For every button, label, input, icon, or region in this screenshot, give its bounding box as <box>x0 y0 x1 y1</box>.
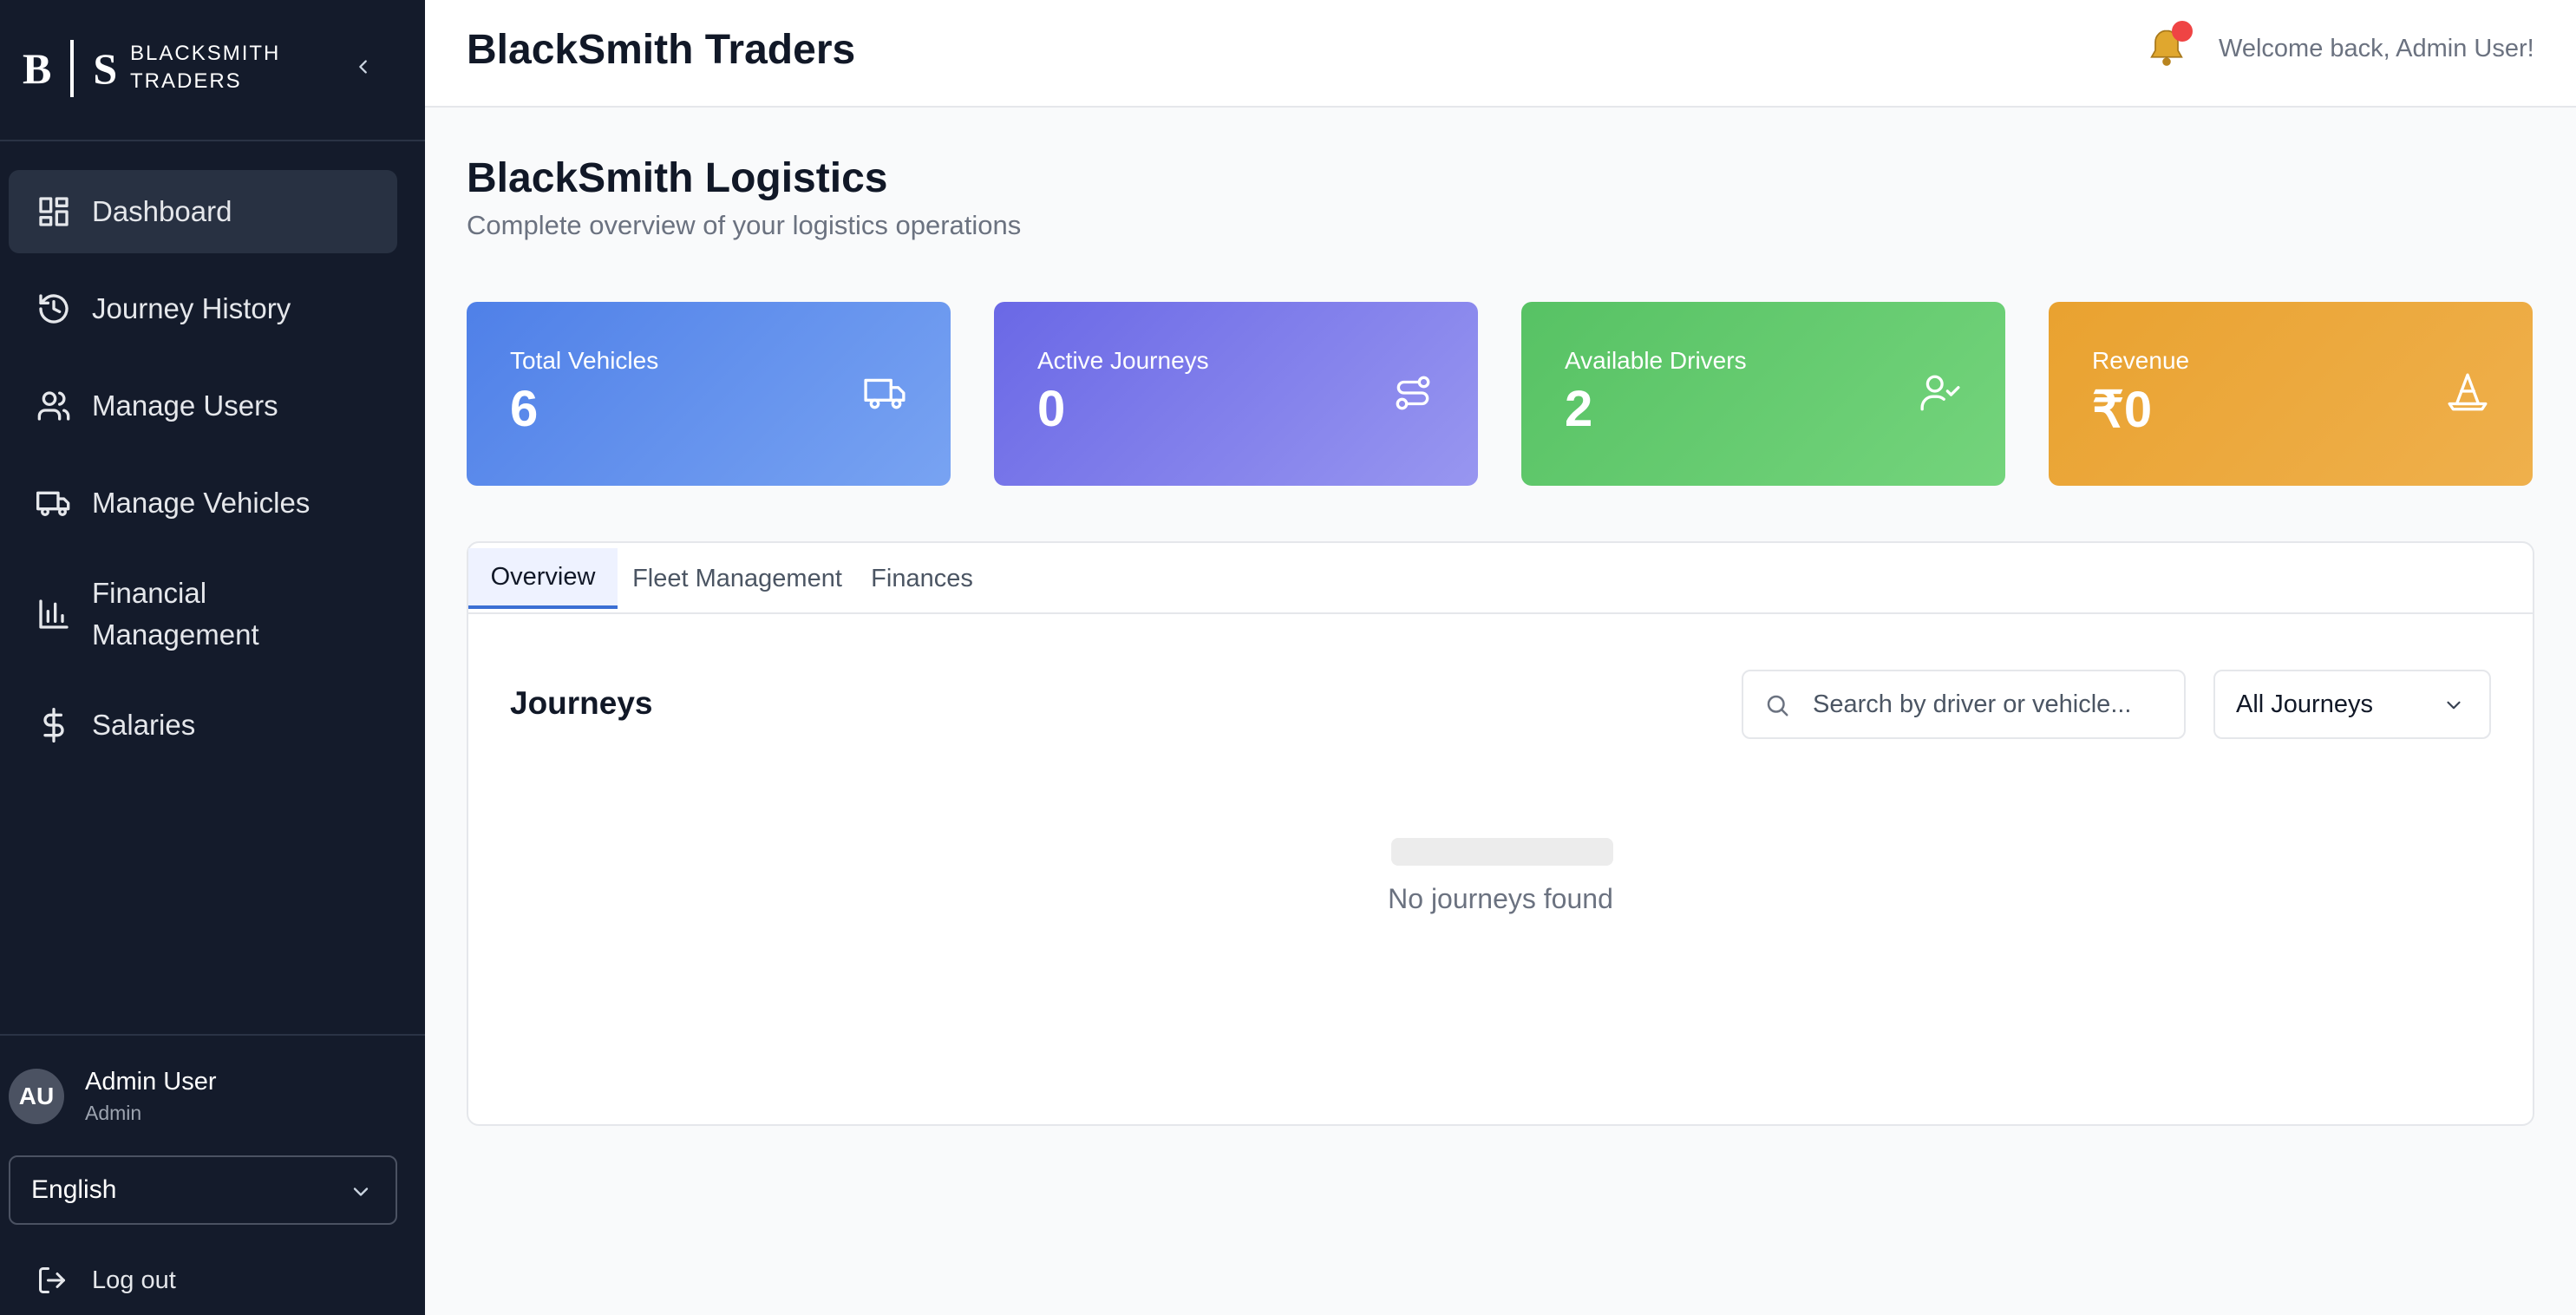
page-title: BlackSmith Logistics <box>467 155 888 201</box>
dollar-icon <box>43 708 64 743</box>
stat-card-value: 6 <box>510 381 539 437</box>
logout-button[interactable]: Log out <box>9 1253 176 1308</box>
search-input[interactable]: Search by driver or vehicle... <box>1742 670 2186 739</box>
cone-icon <box>2448 373 2488 411</box>
sidebar-item-label: Dashboard <box>92 195 232 227</box>
brand-name-line2: TRADERS <box>130 69 242 93</box>
stat-card-revenue: Revenue ₹0 <box>2049 302 2533 486</box>
app-title: BlackSmith Traders <box>467 27 856 73</box>
user-name: Admin User <box>85 1068 217 1096</box>
stat-card-value: ₹0 <box>2092 382 2153 438</box>
stat-card-label: Revenue <box>2092 347 2190 374</box>
chevron-left-icon <box>359 60 367 74</box>
stat-card-value: 2 <box>1565 381 1593 437</box>
truck-icon <box>36 491 70 516</box>
user-role: Admin <box>85 1102 142 1124</box>
logout-icon <box>39 1267 65 1293</box>
history-icon <box>39 294 69 324</box>
notifications-button[interactable] <box>2144 21 2193 71</box>
overview-panel: Overview Fleet Management Finances Journ… <box>467 541 2534 1126</box>
sidebar-item-journey-history[interactable]: Journey History <box>9 267 397 350</box>
sidebar-nav: Dashboard Journey History Manage Users M… <box>9 170 397 781</box>
brand-name-line1: BLACKSMITH <box>130 42 281 65</box>
route-icon <box>1396 376 1430 410</box>
stat-card-value: 0 <box>1037 381 1066 437</box>
sidebar-item-manage-users[interactable]: Manage Users <box>9 364 397 448</box>
sidebar-item-dashboard[interactable]: Dashboard <box>9 170 397 253</box>
tab-bar: Overview Fleet Management Finances <box>468 543 2533 614</box>
bar-chart-icon <box>39 599 69 629</box>
language-select-value: English <box>31 1175 117 1204</box>
welcome-message: Welcome back, Admin User! <box>2219 35 2534 62</box>
stat-card-active-journeys: Active Journeys 0 <box>994 302 1478 486</box>
logout-label: Log out <box>92 1266 176 1294</box>
brand-name: BLACKSMITH TRADERS <box>130 40 321 95</box>
notification-badge <box>2172 21 2193 42</box>
journey-filter-select[interactable]: All Journeys <box>2213 670 2491 739</box>
tab-overview[interactable]: Overview <box>468 548 618 609</box>
sidebar-item-label: Financial Management <box>92 572 259 656</box>
stat-card-label: Available Drivers <box>1565 347 1747 374</box>
loading-skeleton <box>1391 838 1613 866</box>
sidebar-item-salaries[interactable]: Salaries <box>9 684 397 767</box>
journey-filter-value: All Journeys <box>2236 690 2373 718</box>
avatar: AU <box>9 1069 64 1124</box>
tab-finances[interactable]: Finances <box>859 548 985 609</box>
sidebar-item-label-line1: Financial <box>92 577 207 609</box>
top-header: BlackSmith Traders Welcome back, Admin U… <box>425 0 2576 108</box>
empty-state-message: No journeys found <box>1388 883 1613 914</box>
tab-fleet-management[interactable]: Fleet Management <box>621 548 853 609</box>
user-profile: AU Admin User Admin <box>9 1067 217 1126</box>
brand-logo-divider <box>70 40 75 97</box>
truck-icon <box>864 378 906 409</box>
main-content: BlackSmith Logistics Complete overview o… <box>425 108 2576 1315</box>
search-placeholder: Search by driver or vehicle... <box>1813 690 2132 718</box>
stat-cards: Total Vehicles 6 Active Journeys 0 Avail… <box>467 302 2534 486</box>
stat-card-label: Total Vehicles <box>510 347 659 374</box>
collapse-sidebar-button[interactable] <box>345 49 382 85</box>
sidebar-item-label: Manage Vehicles <box>92 487 311 519</box>
stat-card-label: Active Journeys <box>1037 347 1209 374</box>
user-info: Admin User Admin <box>85 1068 217 1125</box>
sidebar: B S BLACKSMITH TRADERS Dashboard Journey… <box>0 0 425 1315</box>
stat-card-available-drivers: Available Drivers 2 <box>1521 302 2005 486</box>
page-subtitle: Complete overview of your logistics oper… <box>467 210 1022 240</box>
sidebar-item-label: Manage Users <box>92 389 278 422</box>
brand-logo-b: B <box>23 44 52 93</box>
brand-area: B S BLACKSMITH TRADERS <box>0 0 425 141</box>
user-check-icon <box>1920 375 1960 411</box>
chevron-down-icon <box>2447 701 2461 710</box>
sidebar-item-label: Journey History <box>92 292 291 324</box>
journeys-title: Journeys <box>510 685 653 721</box>
search-icon <box>1767 695 1788 716</box>
chevron-down-icon <box>353 1187 369 1196</box>
sidebar-item-label: Salaries <box>92 709 196 741</box>
sidebar-item-financial-management[interactable]: Financial Management <box>9 559 397 670</box>
brand-logo: B S <box>23 40 117 97</box>
brand-logo-s: S <box>93 44 118 93</box>
users-icon <box>37 391 70 421</box>
sidebar-footer: AU Admin User Admin English Log out <box>0 1034 425 1315</box>
sidebar-item-label-line2: Management <box>92 618 259 651</box>
language-select[interactable]: English <box>9 1155 397 1225</box>
dashboard-icon <box>39 197 69 226</box>
sidebar-item-manage-vehicles[interactable]: Manage Vehicles <box>9 461 397 545</box>
stat-card-total-vehicles: Total Vehicles 6 <box>467 302 951 486</box>
